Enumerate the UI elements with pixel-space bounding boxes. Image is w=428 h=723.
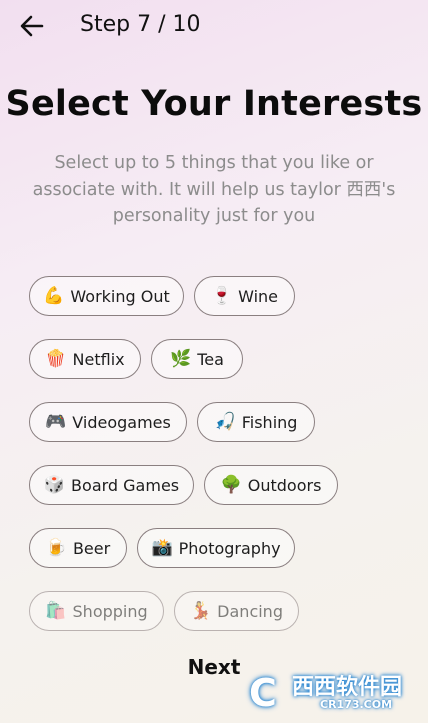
flexed-biceps-icon: 💪 (43, 285, 65, 306)
page-title: Select Your Interests (5, 84, 423, 124)
popcorn-icon: 🍿 (45, 348, 67, 369)
chip-label: Beer (72, 538, 111, 558)
interest-chip-working-out[interactable]: 💪 Working Out (29, 276, 184, 316)
chip-label: Netflix (72, 349, 125, 369)
game-controller-icon: 🎮 (45, 411, 67, 432)
herb-icon: 🌿 (170, 348, 192, 369)
beer-mug-icon: 🍺 (45, 537, 67, 558)
camera-icon: 📸 (151, 537, 173, 558)
chip-label: Photography (178, 538, 281, 558)
chip-label: Shopping (72, 601, 148, 621)
interest-chip-beer[interactable]: 🍺 Beer (29, 528, 127, 568)
interest-chip-videogames[interactable]: 🎮 Videogames (29, 402, 187, 442)
chip-label: Tea (197, 349, 224, 369)
chip-label: Outdoors (247, 475, 322, 495)
dancer-icon: 💃 (190, 600, 212, 621)
step-indicator: Step 7 / 10 (80, 12, 201, 37)
chip-label: Videogames (72, 412, 171, 432)
chip-label: Working Out (70, 286, 170, 306)
interest-chip-photography[interactable]: 📸 Photography (137, 528, 295, 568)
watermark-domain: CR173.COM (320, 697, 393, 711)
fishing-pole-icon: 🎣 (214, 411, 236, 432)
tree-icon: 🌳 (220, 474, 242, 495)
watermark-name: 西西软件园 (292, 674, 403, 700)
chip-label: Dancing (217, 601, 283, 621)
interest-chip-outdoors[interactable]: 🌳 Outdoors (204, 465, 338, 505)
chip-label: Board Games (71, 475, 180, 495)
interest-chip-shopping[interactable]: 🛍️ Shopping (29, 591, 164, 631)
interest-chip-wine[interactable]: 🍷 Wine (194, 276, 295, 316)
page-subtitle: Select up to 5 things that you like or a… (32, 153, 396, 226)
interest-chip-netflix[interactable]: 🍿 Netflix (29, 339, 141, 379)
watermark-logo: C (249, 671, 277, 715)
back-button[interactable] (18, 12, 46, 40)
chip-label: Wine (238, 286, 279, 306)
interest-chip-board-games[interactable]: 🎲 Board Games (29, 465, 194, 505)
shopping-bags-icon: 🛍️ (45, 600, 67, 621)
top-bar: Step 7 / 10 (0, 0, 428, 52)
dice-icon: 🎲 (43, 474, 66, 495)
interest-chip-tea[interactable]: 🌿 Tea (151, 339, 243, 379)
site-watermark: C 西西软件园 CR173.COM (234, 669, 422, 717)
chip-label: Fishing (241, 412, 298, 432)
arrow-left-icon (20, 15, 44, 37)
interest-chip-fishing[interactable]: 🎣 Fishing (197, 402, 315, 442)
interest-chip-dancing[interactable]: 💃 Dancing (174, 591, 299, 631)
wine-glass-icon: 🍷 (210, 285, 233, 306)
